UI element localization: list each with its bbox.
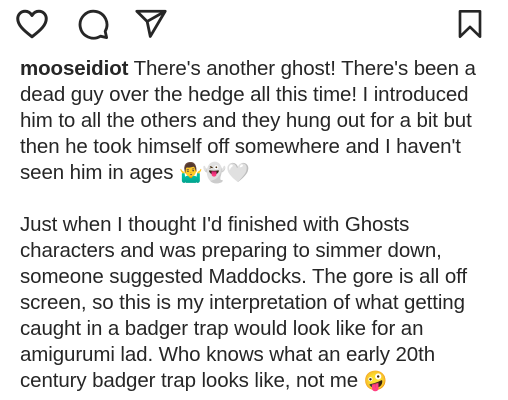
share-icon[interactable] (134, 7, 168, 41)
caption-paragraph-1: mooseidiot There's another ghost! There'… (20, 56, 492, 186)
comment-icon[interactable] (76, 7, 110, 41)
username-link[interactable]: mooseidiot (20, 57, 128, 80)
caption-paragraph-2: Just when I thought I'd finished with Gh… (20, 212, 492, 394)
heart-icon[interactable] (14, 6, 50, 42)
bookmark-icon[interactable] (454, 7, 486, 41)
caption-text-2: Just when I thought I'd finished with Gh… (20, 213, 467, 392)
post-action-bar (0, 0, 508, 48)
post-caption: mooseidiot There's another ghost! There'… (20, 56, 492, 394)
zany-face-emoji: 🤪 (363, 370, 388, 392)
caption-emojis: 🤷‍♂️👻🤍 (179, 162, 250, 184)
